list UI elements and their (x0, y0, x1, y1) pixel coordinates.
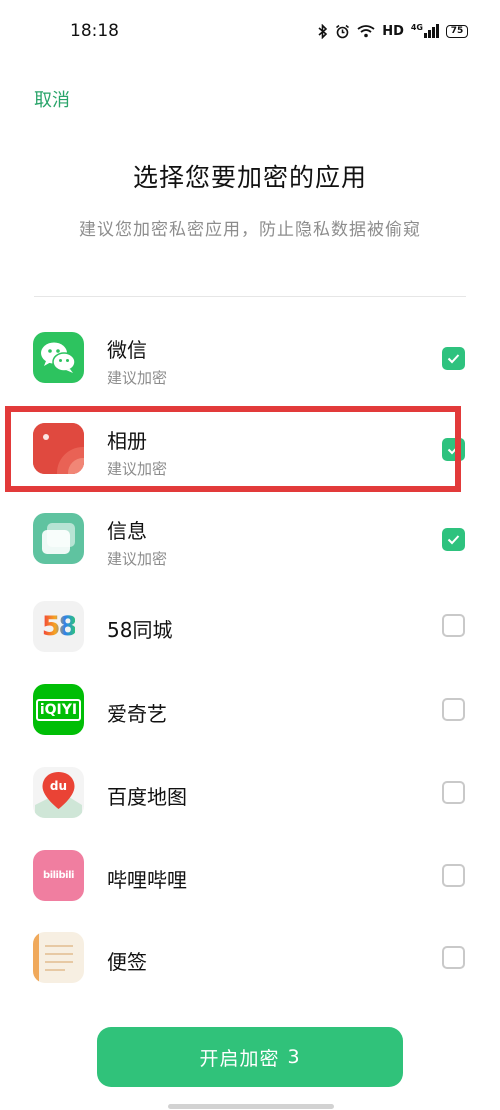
58-tongcheng-icon: 58 (33, 601, 84, 652)
alarm-icon (336, 24, 350, 38)
app-row-bilibili[interactable]: bilibili 哔哩哔哩 (0, 840, 500, 914)
app-name: 爱奇艺 (107, 702, 167, 726)
app-row-wechat[interactable]: 微信 建议加密 (0, 325, 500, 395)
bilibili-icon-text: bilibili (43, 870, 74, 881)
wifi-icon (357, 25, 375, 38)
app-checkbox[interactable] (442, 864, 465, 887)
app-row-notes[interactable]: 便签 (0, 922, 500, 996)
app-row-58-tongcheng[interactable]: 58 58同城 (0, 590, 500, 664)
selected-count: 3 (287, 1046, 301, 1068)
highlight-box (5, 406, 461, 492)
status-time: 18:18 (70, 21, 119, 41)
58-tongcheng-icon-text: 58 (41, 611, 78, 642)
home-indicator[interactable] (168, 1104, 334, 1109)
status-bar: 18:18 HD 4G 75 (0, 0, 500, 62)
wechat-icon (33, 332, 84, 383)
bilibili-icon: bilibili (33, 850, 84, 901)
app-recommendation: 建议加密 (107, 369, 168, 387)
app-name: 58同城 (107, 618, 173, 642)
app-row-iqiyi[interactable]: iQIYI 爱奇艺 (0, 674, 500, 748)
app-name: 百度地图 (107, 785, 187, 809)
enable-encryption-label: 开启加密 (199, 1047, 280, 1070)
signal-icon: 4G (411, 24, 439, 38)
app-row-baidu-map[interactable]: du 百度地图 (0, 757, 500, 831)
divider (34, 296, 466, 297)
app-name: 便签 (107, 950, 147, 974)
app-checkbox[interactable] (442, 946, 465, 969)
app-checkbox[interactable] (442, 781, 465, 804)
battery-level: 75 (450, 26, 464, 36)
page-title: 选择您要加密的应用 (132, 163, 367, 192)
baidu-map-icon: du (33, 767, 84, 818)
app-recommendation: 建议加密 (107, 550, 168, 568)
app-row-messages[interactable]: 信息 建议加密 (0, 506, 500, 576)
bluetooth-icon (318, 23, 328, 39)
network-label: HD (382, 23, 404, 39)
signal-label: 4G (410, 23, 423, 32)
messages-icon (33, 513, 84, 564)
app-name: 哔哩哔哩 (107, 868, 187, 892)
iqiyi-icon: iQIYI (33, 684, 84, 735)
battery-icon: 75 (446, 24, 468, 38)
app-checkbox[interactable] (442, 528, 465, 551)
page-subtitle: 建议您加密私密应用，防止隐私数据被偷窥 (79, 220, 421, 240)
enable-encryption-button[interactable]: 开启加密 3 (97, 1027, 403, 1087)
app-checkbox[interactable] (442, 347, 465, 370)
notes-icon (33, 932, 84, 983)
cancel-button[interactable]: 取消 (34, 86, 70, 112)
app-name: 微信 (107, 338, 147, 362)
app-checkbox[interactable] (442, 614, 465, 637)
status-icons: HD 4G 75 (318, 20, 468, 42)
iqiyi-icon-text: iQIYI (35, 698, 82, 721)
app-checkbox[interactable] (442, 698, 465, 721)
baidu-map-icon-text: du (49, 779, 68, 793)
app-name: 信息 (107, 519, 147, 543)
